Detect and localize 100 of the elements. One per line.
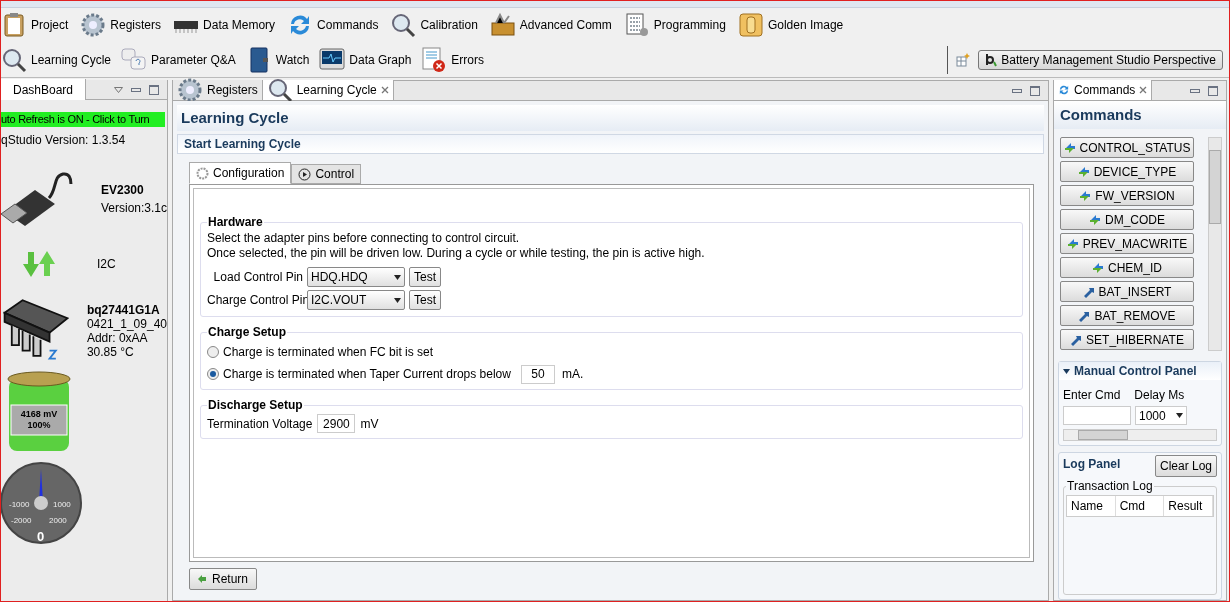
command-button[interactable]: BAT_INSERT	[1060, 281, 1194, 302]
column-header[interactable]: Cmd	[1115, 496, 1165, 516]
section-toggle[interactable]: Manual Control Panel	[1059, 362, 1221, 380]
field-label: Enter Cmd	[1063, 387, 1121, 404]
minimize-icon[interactable]	[1190, 88, 1200, 93]
arrows-icon	[1063, 141, 1076, 154]
arrows-icon	[1089, 213, 1101, 226]
clear-log-button[interactable]: Clear Log	[1154, 455, 1217, 477]
column-header[interactable]: Result	[1164, 496, 1213, 516]
adapter-name: EV2300	[100, 182, 145, 199]
test-button[interactable]: Test	[409, 267, 441, 287]
arrows-icon	[1092, 261, 1104, 274]
maximize-icon[interactable]	[1208, 85, 1218, 96]
protocol-text: I2C	[97, 256, 116, 273]
magnifier-icon	[390, 12, 417, 38]
pin-dropdown[interactable]: HDQ.HDQ	[307, 267, 405, 287]
dropdown-arrow-icon	[1176, 413, 1183, 418]
column-header[interactable]: Name	[1067, 496, 1116, 516]
open-perspective-icon[interactable]	[956, 52, 971, 67]
voltage-input[interactable]: 2900	[317, 414, 356, 433]
group-title: Charge Setup	[207, 324, 287, 341]
arrows-icon	[1079, 189, 1092, 202]
maximize-icon[interactable]	[1030, 85, 1040, 96]
command-button[interactable]: SET_HIBERNATE	[1060, 329, 1194, 350]
commands-tab[interactable]: Commands	[1054, 80, 1153, 100]
close-icon[interactable]	[380, 86, 389, 94]
page-title: Learning Cycle	[177, 105, 1044, 131]
command-button[interactable]: CONTROL_STATUS	[1060, 137, 1194, 158]
arrows-icon	[1066, 237, 1079, 250]
dashboard-tab[interactable]: DashBoard	[1, 79, 87, 100]
radio-label: Charge is terminated when FC bit is set	[223, 344, 434, 361]
description-text: Once selected, the pin will be driven low. During a cycle or while testing, the pin is active high.	[207, 246, 706, 261]
command-button[interactable]: DM_CODE	[1060, 209, 1194, 230]
grid-icon	[623, 12, 650, 38]
version-text: qStudio Version: 1.3.54	[1, 132, 127, 149]
minimize-icon[interactable]	[1012, 88, 1022, 93]
arrows-icon	[1077, 165, 1090, 178]
minimize-icon[interactable]	[131, 87, 141, 92]
question-bubbles-icon	[121, 46, 148, 73]
delay-dropdown[interactable]: 1000	[1135, 406, 1187, 425]
clipboard-icon	[1, 12, 27, 38]
arrow-icon	[1070, 333, 1083, 346]
current-input[interactable]: 50	[520, 364, 555, 384]
toolbar-button[interactable]: Golden Image	[737, 10, 846, 40]
close-icon[interactable]	[1139, 86, 1148, 94]
gauge-info-text: 0421_1_09_40	[86, 317, 167, 331]
group-title: Transaction Log	[1066, 478, 1154, 495]
description-text: Select the adapter pins before connecting to control circuit.	[207, 231, 521, 246]
toolbox-icon	[489, 12, 516, 38]
back-arrow-icon	[198, 575, 206, 583]
toolbar-button[interactable]: Parameter Q&A	[121, 44, 236, 75]
dropdown-arrow-icon	[394, 274, 401, 280]
gauge-name: bq27441G1A	[86, 303, 161, 317]
battery-label-plate	[10, 404, 68, 436]
toolbar-button[interactable]: Registers	[80, 10, 164, 40]
auto-refresh-banner[interactable]: uto Refresh is ON - Click to Turn	[1, 112, 165, 127]
editor-tab[interactable]: Learning Cycle	[262, 80, 394, 100]
view-menu-icon[interactable]	[114, 86, 123, 93]
toolbar-button[interactable]: Commands	[287, 10, 381, 40]
command-button[interactable]: BAT_REMOVE	[1060, 305, 1194, 326]
maximize-icon[interactable]	[149, 84, 159, 95]
radio-button[interactable]	[207, 346, 219, 358]
toolbar-button[interactable]: Programming	[623, 10, 728, 40]
toolbar-button[interactable]: Data Memory	[173, 10, 278, 40]
pin-dropdown[interactable]: I2C.VOUT	[307, 290, 405, 310]
magnifier-icon	[1, 46, 27, 73]
adapter-version: Version:3.1c	[100, 200, 167, 217]
radio-button[interactable]	[207, 368, 219, 380]
unit-text: mV	[360, 415, 379, 433]
command-button[interactable]: FW_VERSION	[1060, 185, 1194, 206]
refresh-icon	[1058, 84, 1070, 96]
test-button[interactable]: Test	[409, 290, 441, 310]
config-tab[interactable]: Control	[291, 164, 362, 184]
toolbar-button[interactable]: Advanced Comm	[489, 10, 614, 40]
gauge-info-text: 30.85 °C	[86, 345, 135, 359]
scrollbar[interactable]	[1208, 137, 1222, 351]
toolbar-button[interactable]: Calibration	[390, 10, 480, 40]
editor-tab[interactable]: Registers	[173, 80, 263, 100]
toolbar-button[interactable]: Project	[1, 10, 71, 40]
dropdown-arrow-icon	[394, 297, 401, 303]
config-tab[interactable]: Configuration	[189, 162, 292, 184]
radio-label: Charge is terminated when Taper Current drops below	[223, 366, 511, 383]
command-button[interactable]: PREV_MACWRITE	[1060, 233, 1194, 254]
toolbar-button[interactable]: Errors	[421, 44, 485, 75]
field-label: Delay Ms	[1134, 387, 1185, 404]
toolbar-button[interactable]: Watch	[245, 44, 310, 75]
command-button[interactable]: CHEM_ID	[1060, 257, 1194, 278]
sim-card-icon	[737, 12, 764, 38]
command-input[interactable]	[1063, 406, 1131, 425]
section-header: Start Learning Cycle	[177, 134, 1044, 154]
field-label: Termination Voltage	[207, 415, 313, 433]
horizontal-scrollbar[interactable]	[1063, 429, 1217, 441]
monitor-icon	[319, 46, 346, 73]
return-button[interactable]: Return	[189, 568, 258, 590]
toolbar-button[interactable]: Data Graph	[319, 44, 412, 75]
command-button[interactable]: DEVICE_TYPE	[1060, 161, 1194, 182]
gauge-info-text: Addr: 0xAA	[86, 331, 149, 345]
up-down-arrows-icon	[21, 250, 57, 278]
toolbar-button[interactable]: Learning Cycle	[1, 44, 112, 75]
perspective-button[interactable]: Battery Management Studio Perspective	[978, 49, 1223, 70]
